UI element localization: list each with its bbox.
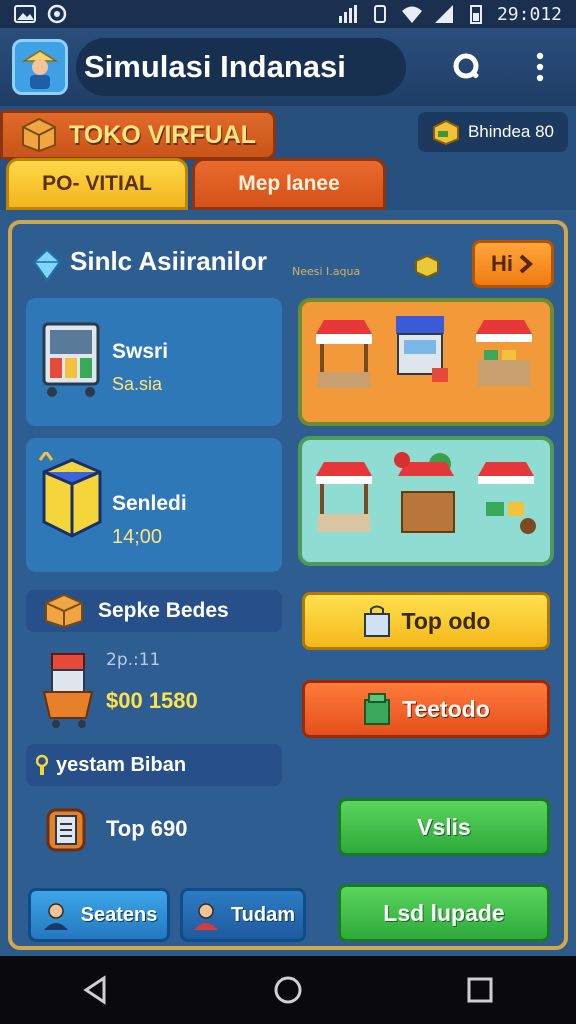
hi-button[interactable]: Hi bbox=[472, 240, 554, 288]
market-stalls-icon bbox=[316, 316, 532, 388]
seatens-button[interactable]: Seatens bbox=[28, 888, 170, 942]
more-menu-button[interactable] bbox=[518, 45, 562, 89]
shopping-cart-icon bbox=[42, 653, 94, 728]
stall-set-teal[interactable] bbox=[298, 436, 554, 566]
avatar[interactable] bbox=[12, 39, 68, 95]
teetodo-label: Teetodo bbox=[402, 695, 490, 722]
storage-box-icon bbox=[38, 452, 102, 538]
balance-chip: Bhindea 80 bbox=[417, 112, 568, 152]
item-card-swsri[interactable]: Swsri Sa.sia bbox=[26, 298, 282, 426]
crate-icon bbox=[45, 593, 83, 629]
upgrade-button[interactable]: Lsd lupade bbox=[338, 884, 550, 942]
wifi-icon bbox=[401, 6, 422, 23]
person-icon bbox=[193, 903, 218, 930]
cart-sub: 2p.:11 bbox=[106, 650, 161, 670]
balance-label: Bhindea 80 bbox=[467, 122, 554, 141]
top-row-label: Top 690 bbox=[106, 816, 188, 841]
app-bar: Simulasi Indanasi bbox=[0, 28, 576, 106]
cart-row: 2p.:11 $00 1580 bbox=[36, 648, 286, 734]
app-title: Simulasi Indanasi bbox=[76, 38, 406, 96]
seatens-label: Seatens bbox=[80, 903, 158, 926]
tudam-label: Tudam bbox=[230, 903, 296, 926]
tab-mep-lanee[interactable]: Mep lanee bbox=[192, 158, 386, 210]
upgrade-label: Lsd lupade bbox=[383, 899, 505, 926]
recents-icon[interactable] bbox=[464, 974, 496, 1006]
top-row: Top 690 bbox=[36, 802, 286, 858]
shopping-bag-icon bbox=[363, 605, 390, 637]
vslis-button[interactable]: Vslis bbox=[338, 798, 550, 856]
card-value: Sa.sia bbox=[112, 374, 163, 394]
tudam-button[interactable]: Tudam bbox=[180, 888, 306, 942]
farmer-avatar-icon bbox=[21, 50, 59, 89]
clock: 29:012 bbox=[496, 3, 562, 25]
market-stalls-icon bbox=[316, 452, 536, 534]
tab-po-vitial[interactable]: PO- VITIAL bbox=[6, 158, 188, 210]
category-label: Sepke Bedes bbox=[98, 599, 229, 622]
top-odo-button[interactable]: Top odo bbox=[302, 592, 550, 650]
main-panel: Sinlc Asiiranilor Neesi I.aqua Hi Swsri … bbox=[8, 220, 568, 950]
cash-bundle-icon bbox=[364, 693, 391, 725]
panel-title: Sinlc Asiiranilor bbox=[70, 246, 267, 276]
search-button[interactable] bbox=[444, 45, 488, 89]
cell-signal-icon bbox=[434, 5, 453, 23]
category-row[interactable]: Sepke Bedes bbox=[26, 590, 282, 632]
back-icon[interactable] bbox=[80, 974, 112, 1006]
card-value: 14;00 bbox=[112, 526, 163, 548]
store-strip: TOKO VIRFUAL Bhindea 80 PO- VITIAL Mep l… bbox=[0, 106, 576, 210]
more-vert-icon bbox=[536, 52, 544, 82]
search-icon bbox=[453, 53, 479, 79]
top-odo-label: Top odo bbox=[401, 607, 491, 634]
store-banner-label: TOKO VIRFUAL bbox=[69, 120, 257, 149]
hi-button-label: Hi bbox=[491, 251, 513, 276]
item-card-senledi[interactable]: Senledi 14;00 bbox=[26, 438, 282, 572]
coin-box-icon bbox=[432, 119, 459, 145]
pin-icon bbox=[36, 754, 48, 775]
card-name: Senledi bbox=[112, 492, 187, 515]
signal-icon bbox=[338, 5, 357, 23]
vslis-label: Vslis bbox=[417, 813, 471, 840]
barrel-icon bbox=[46, 808, 86, 852]
status-bar: 29:012 bbox=[0, 0, 576, 28]
battery-icon bbox=[469, 5, 482, 24]
system-row[interactable]: yestam Biban bbox=[26, 744, 282, 786]
vending-machine-icon bbox=[42, 322, 100, 397]
chevron-right-icon bbox=[519, 254, 534, 274]
gallery-icon bbox=[14, 5, 36, 23]
system-label: yestam Biban bbox=[56, 753, 187, 776]
system-nav-bar bbox=[0, 956, 576, 1024]
cart-amount: $00 1580 bbox=[106, 688, 198, 713]
panel-header: Sinlc Asiiranilor Neesi I.aqua Hi bbox=[26, 238, 556, 288]
teetodo-button[interactable]: Teetodo bbox=[302, 680, 550, 738]
crate-icon bbox=[22, 117, 56, 153]
stall-set-orange[interactable] bbox=[298, 298, 554, 426]
sync-icon bbox=[47, 4, 67, 24]
gem-icon bbox=[32, 248, 62, 282]
panel-subtitle: Neesi I.aqua bbox=[292, 265, 361, 278]
card-name: Swsri bbox=[112, 340, 169, 363]
store-banner: TOKO VIRFUAL bbox=[0, 110, 276, 160]
vibrate-icon bbox=[373, 5, 386, 23]
cash-box-icon bbox=[415, 254, 439, 278]
home-icon[interactable] bbox=[272, 974, 304, 1006]
person-icon bbox=[43, 903, 68, 930]
